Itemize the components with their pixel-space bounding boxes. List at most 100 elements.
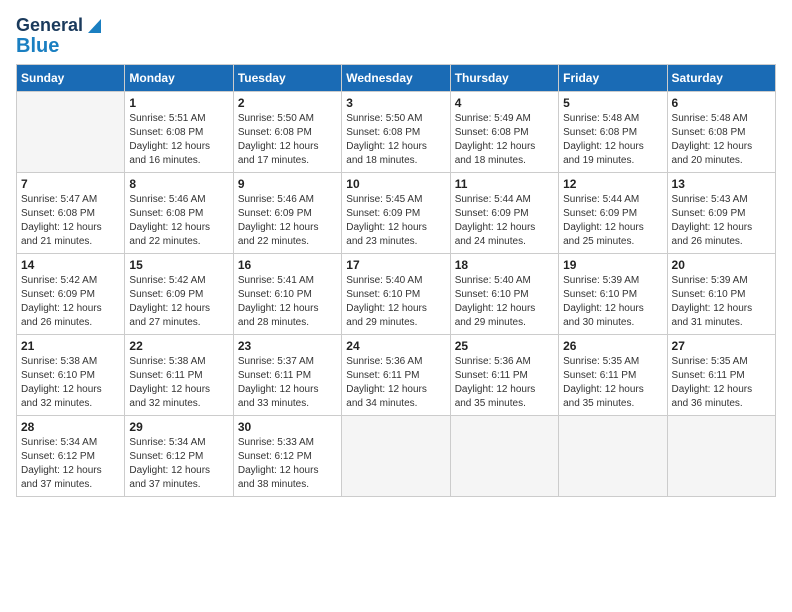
calendar-cell: 13 Sunrise: 5:43 AM Sunset: 6:09 PM Dayli…	[667, 172, 775, 253]
calendar-cell: 12 Sunrise: 5:44 AM Sunset: 6:09 PM Dayli…	[559, 172, 667, 253]
calendar-cell: 7 Sunrise: 5:47 AM Sunset: 6:08 PM Daylig…	[17, 172, 125, 253]
week-row-3: 14 Sunrise: 5:42 AM Sunset: 6:09 PM Dayli…	[17, 253, 776, 334]
day-number: 30	[238, 420, 337, 434]
day-number: 22	[129, 339, 228, 353]
day-number: 19	[563, 258, 662, 272]
calendar-cell: 8 Sunrise: 5:46 AM Sunset: 6:08 PM Daylig…	[125, 172, 233, 253]
day-info: Sunrise: 5:44 AM Sunset: 6:09 PM Dayligh…	[455, 193, 554, 249]
day-info: Sunrise: 5:50 AM Sunset: 6:08 PM Dayligh…	[346, 112, 445, 168]
day-info: Sunrise: 5:34 AM Sunset: 6:12 PM Dayligh…	[21, 436, 120, 492]
day-info: Sunrise: 5:36 AM Sunset: 6:11 PM Dayligh…	[455, 355, 554, 411]
day-number: 18	[455, 258, 554, 272]
day-number: 28	[21, 420, 120, 434]
day-info: Sunrise: 5:40 AM Sunset: 6:10 PM Dayligh…	[455, 274, 554, 330]
calendar-header-row: SundayMondayTuesdayWednesdayThursdayFrid…	[17, 64, 776, 91]
calendar-cell	[559, 415, 667, 496]
day-info: Sunrise: 5:47 AM Sunset: 6:08 PM Dayligh…	[21, 193, 120, 249]
day-number: 27	[672, 339, 771, 353]
day-info: Sunrise: 5:48 AM Sunset: 6:08 PM Dayligh…	[563, 112, 662, 168]
day-info: Sunrise: 5:39 AM Sunset: 6:10 PM Dayligh…	[672, 274, 771, 330]
calendar-cell	[450, 415, 558, 496]
day-number: 11	[455, 177, 554, 191]
day-info: Sunrise: 5:51 AM Sunset: 6:08 PM Dayligh…	[129, 112, 228, 168]
column-header-thursday: Thursday	[450, 64, 558, 91]
column-header-sunday: Sunday	[17, 64, 125, 91]
calendar-cell	[667, 415, 775, 496]
calendar-cell: 1 Sunrise: 5:51 AM Sunset: 6:08 PM Daylig…	[125, 91, 233, 172]
day-number: 16	[238, 258, 337, 272]
calendar-cell	[17, 91, 125, 172]
day-number: 14	[21, 258, 120, 272]
calendar-cell: 19 Sunrise: 5:39 AM Sunset: 6:10 PM Dayli…	[559, 253, 667, 334]
calendar-cell: 4 Sunrise: 5:49 AM Sunset: 6:08 PM Daylig…	[450, 91, 558, 172]
calendar-cell: 25 Sunrise: 5:36 AM Sunset: 6:11 PM Dayli…	[450, 334, 558, 415]
calendar-cell: 10 Sunrise: 5:45 AM Sunset: 6:09 PM Dayli…	[342, 172, 450, 253]
day-number: 8	[129, 177, 228, 191]
day-number: 29	[129, 420, 228, 434]
calendar-cell: 15 Sunrise: 5:42 AM Sunset: 6:09 PM Dayli…	[125, 253, 233, 334]
day-number: 15	[129, 258, 228, 272]
day-number: 25	[455, 339, 554, 353]
day-number: 4	[455, 96, 554, 110]
column-header-tuesday: Tuesday	[233, 64, 341, 91]
day-number: 17	[346, 258, 445, 272]
calendar-cell: 17 Sunrise: 5:40 AM Sunset: 6:10 PM Dayli…	[342, 253, 450, 334]
day-info: Sunrise: 5:34 AM Sunset: 6:12 PM Dayligh…	[129, 436, 228, 492]
day-info: Sunrise: 5:49 AM Sunset: 6:08 PM Dayligh…	[455, 112, 554, 168]
day-info: Sunrise: 5:42 AM Sunset: 6:09 PM Dayligh…	[129, 274, 228, 330]
calendar-cell: 30 Sunrise: 5:33 AM Sunset: 6:12 PM Dayli…	[233, 415, 341, 496]
calendar-cell	[342, 415, 450, 496]
calendar-cell: 22Sunrise: 5:38 AM Sunset: 6:11 PM Dayli…	[125, 334, 233, 415]
day-info: Sunrise: 5:38 AM Sunset: 6:10 PM Dayligh…	[21, 355, 120, 411]
day-number: 23	[238, 339, 337, 353]
logo: General Blue	[16, 16, 101, 56]
calendar-cell: 26Sunrise: 5:35 AM Sunset: 6:11 PM Dayli…	[559, 334, 667, 415]
day-info: Sunrise: 5:46 AM Sunset: 6:08 PM Dayligh…	[129, 193, 228, 249]
logo-icon	[83, 17, 101, 35]
calendar-cell: 11 Sunrise: 5:44 AM Sunset: 6:09 PM Dayli…	[450, 172, 558, 253]
day-info: Sunrise: 5:41 AM Sunset: 6:10 PM Dayligh…	[238, 274, 337, 330]
calendar-cell: 24 Sunrise: 5:36 AM Sunset: 6:11 PM Dayli…	[342, 334, 450, 415]
week-row-1: 1 Sunrise: 5:51 AM Sunset: 6:08 PM Daylig…	[17, 91, 776, 172]
logo-blue: Blue	[16, 36, 59, 56]
day-info: Sunrise: 5:42 AM Sunset: 6:09 PM Dayligh…	[21, 274, 120, 330]
calendar-cell: 9 Sunrise: 5:46 AM Sunset: 6:09 PM Daylig…	[233, 172, 341, 253]
calendar-cell: 14 Sunrise: 5:42 AM Sunset: 6:09 PM Dayli…	[17, 253, 125, 334]
calendar-cell: 6 Sunrise: 5:48 AM Sunset: 6:08 PM Daylig…	[667, 91, 775, 172]
day-number: 7	[21, 177, 120, 191]
day-number: 12	[563, 177, 662, 191]
week-row-5: 28 Sunrise: 5:34 AM Sunset: 6:12 PM Dayli…	[17, 415, 776, 496]
day-info: Sunrise: 5:35 AM Sunset: 6:11 PM Dayligh…	[563, 355, 662, 411]
page-header: General Blue	[16, 16, 776, 56]
day-number: 6	[672, 96, 771, 110]
week-row-2: 7 Sunrise: 5:47 AM Sunset: 6:08 PM Daylig…	[17, 172, 776, 253]
column-header-wednesday: Wednesday	[342, 64, 450, 91]
day-info: Sunrise: 5:37 AM Sunset: 6:11 PM Dayligh…	[238, 355, 337, 411]
day-number: 13	[672, 177, 771, 191]
day-number: 20	[672, 258, 771, 272]
day-info: Sunrise: 5:35 AM Sunset: 6:11 PM Dayligh…	[672, 355, 771, 411]
day-info: Sunrise: 5:45 AM Sunset: 6:09 PM Dayligh…	[346, 193, 445, 249]
day-info: Sunrise: 5:40 AM Sunset: 6:10 PM Dayligh…	[346, 274, 445, 330]
calendar-cell: 27 Sunrise: 5:35 AM Sunset: 6:11 PM Dayli…	[667, 334, 775, 415]
calendar-cell: 3Sunrise: 5:50 AM Sunset: 6:08 PM Daylig…	[342, 91, 450, 172]
day-number: 24	[346, 339, 445, 353]
day-info: Sunrise: 5:43 AM Sunset: 6:09 PM Dayligh…	[672, 193, 771, 249]
day-number: 21	[21, 339, 120, 353]
column-header-saturday: Saturday	[667, 64, 775, 91]
day-number: 10	[346, 177, 445, 191]
day-number: 9	[238, 177, 337, 191]
day-info: Sunrise: 5:44 AM Sunset: 6:09 PM Dayligh…	[563, 193, 662, 249]
calendar-cell: 5 Sunrise: 5:48 AM Sunset: 6:08 PM Daylig…	[559, 91, 667, 172]
column-header-monday: Monday	[125, 64, 233, 91]
day-info: Sunrise: 5:48 AM Sunset: 6:08 PM Dayligh…	[672, 112, 771, 168]
calendar-cell: 29 Sunrise: 5:34 AM Sunset: 6:12 PM Dayli…	[125, 415, 233, 496]
day-info: Sunrise: 5:36 AM Sunset: 6:11 PM Dayligh…	[346, 355, 445, 411]
day-number: 1	[129, 96, 228, 110]
day-info: Sunrise: 5:46 AM Sunset: 6:09 PM Dayligh…	[238, 193, 337, 249]
day-info: Sunrise: 5:33 AM Sunset: 6:12 PM Dayligh…	[238, 436, 337, 492]
day-number: 5	[563, 96, 662, 110]
calendar-table: SundayMondayTuesdayWednesdayThursdayFrid…	[16, 64, 776, 497]
logo-text: General	[16, 16, 83, 36]
day-info: Sunrise: 5:39 AM Sunset: 6:10 PM Dayligh…	[563, 274, 662, 330]
